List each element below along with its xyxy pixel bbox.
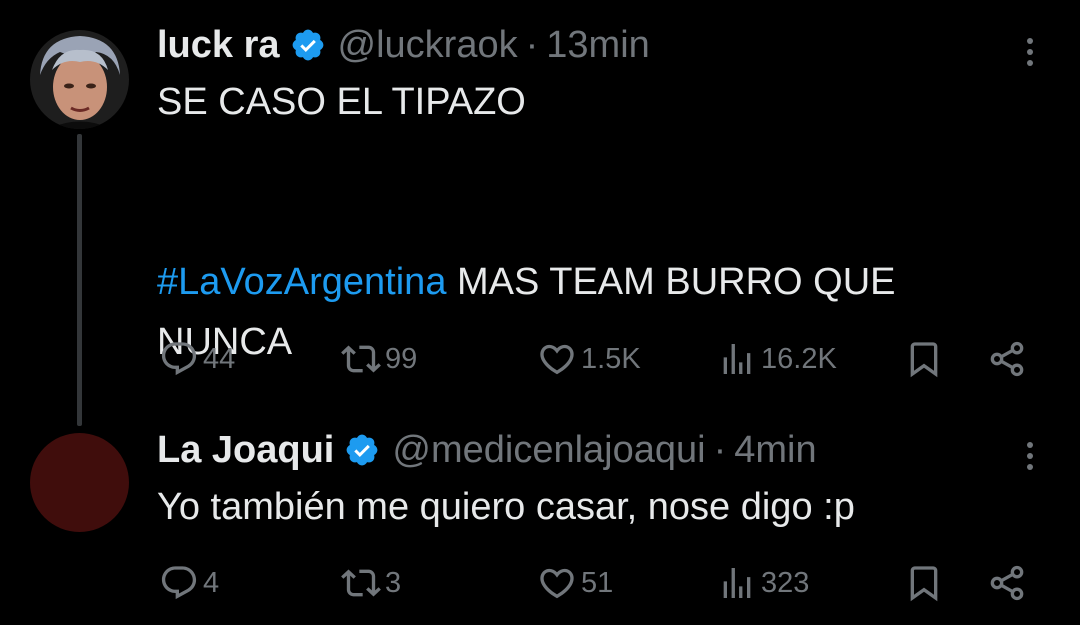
share-button[interactable] [987, 337, 1027, 381]
retweet-count: 3 [385, 566, 402, 599]
heart-icon [537, 339, 577, 379]
separator-dot: · [713, 428, 727, 471]
reply-button[interactable]: 4 [159, 561, 219, 605]
tweet-actions: 44 99 1.5K 16.2K [157, 337, 1037, 381]
tweet-header: luck ra @luckraok · 13min [157, 20, 650, 70]
display-name[interactable]: La Joaqui [157, 429, 334, 472]
avatar[interactable] [30, 433, 129, 532]
retweet-button[interactable]: 3 [341, 561, 401, 605]
heart-icon [537, 563, 577, 603]
user-handle[interactable]: @luckraok [338, 24, 518, 67]
views-chart-icon [717, 339, 757, 379]
retweet-count: 99 [385, 342, 418, 375]
user-handle[interactable]: @medicenlajoaqui [392, 429, 705, 472]
share-button[interactable] [987, 561, 1027, 605]
thread-connector-line [77, 134, 82, 426]
verified-badge-icon [290, 27, 326, 63]
reply-icon [159, 339, 199, 379]
tweet-header: La Joaqui @medicenlajoaqui · 4min [157, 425, 817, 475]
bookmark-button[interactable] [904, 337, 944, 381]
more-options-icon[interactable] [1020, 436, 1040, 476]
separator-dot: · [525, 23, 539, 66]
like-button[interactable]: 1.5K [537, 337, 641, 381]
hashtag-link[interactable]: #LaVozArgentina [157, 261, 446, 303]
verified-badge-icon [344, 432, 380, 468]
bookmark-button[interactable] [904, 561, 944, 605]
views-button[interactable]: 323 [717, 561, 809, 605]
timestamp[interactable]: 13min [546, 24, 650, 67]
tweet-text-line: SE CASO EL TIPAZO [157, 81, 526, 123]
more-options-icon[interactable] [1020, 32, 1040, 72]
display-name[interactable]: luck ra [157, 24, 280, 67]
views-chart-icon [717, 563, 757, 603]
tweet-text: Yo también me quiero casar, nose digo :p [157, 486, 855, 528]
retweet-button[interactable]: 99 [341, 337, 417, 381]
views-count: 323 [761, 566, 810, 599]
views-count: 16.2K [761, 342, 837, 375]
bookmark-icon [904, 339, 944, 379]
bookmark-icon [904, 563, 944, 603]
like-count: 1.5K [581, 342, 641, 375]
views-button[interactable]: 16.2K [717, 337, 837, 381]
share-icon [987, 339, 1027, 379]
share-icon [987, 563, 1027, 603]
tweet-text: SE CASO EL TIPAZO #LaVozArgentina MAS TE… [157, 72, 1057, 372]
reply-button[interactable]: 44 [159, 337, 235, 381]
avatar[interactable] [30, 30, 129, 129]
retweet-icon [341, 339, 381, 379]
timestamp[interactable]: 4min [734, 429, 816, 472]
like-count: 51 [581, 566, 614, 599]
reply-count: 4 [203, 566, 220, 599]
retweet-icon [341, 563, 381, 603]
reply-icon [159, 563, 199, 603]
tweet-actions: 4 3 51 323 [157, 561, 1037, 605]
like-button[interactable]: 51 [537, 561, 613, 605]
reply-count: 44 [203, 342, 236, 375]
